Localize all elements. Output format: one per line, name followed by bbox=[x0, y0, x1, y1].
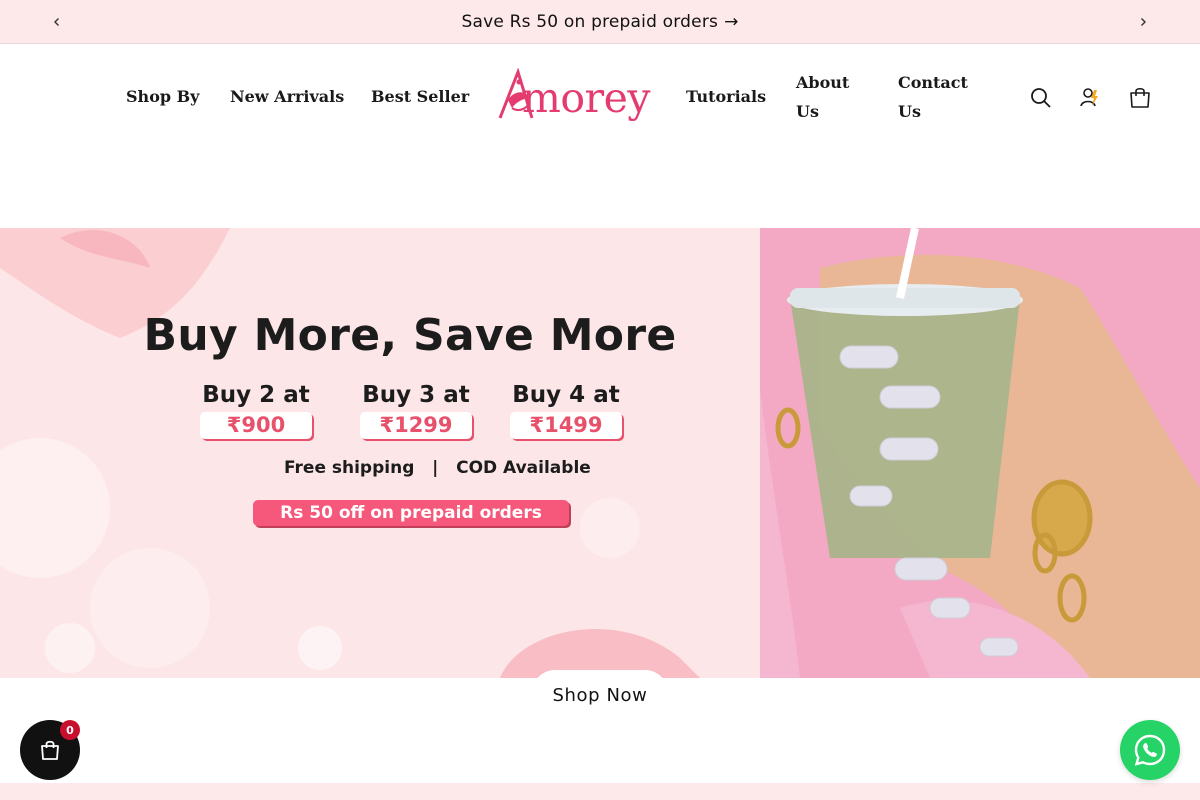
offer-buy-2: Buy 2 at ₹900 bbox=[191, 380, 321, 439]
account-icon bbox=[1080, 88, 1098, 107]
announcement-link[interactable]: Save Rs 50 on prepaid orders → bbox=[461, 12, 738, 32]
cart-count-badge: 0 bbox=[60, 720, 80, 740]
announcement-text: Save Rs 50 on prepaid orders bbox=[461, 11, 719, 32]
logo-text: morey bbox=[522, 74, 651, 122]
announcement-next-button[interactable] bbox=[1131, 10, 1155, 34]
nav-about-us[interactable]: About Us bbox=[796, 68, 849, 126]
cart-icon bbox=[1130, 87, 1150, 108]
hero-banner[interactable]: Buy More, Save More Buy 2 at ₹900 Buy 3 … bbox=[0, 228, 1200, 678]
offer-buy-4: Buy 4 at ₹1499 bbox=[501, 380, 631, 439]
nav-about-line2: Us bbox=[796, 102, 819, 121]
nav-best-seller[interactable]: Best Seller bbox=[371, 82, 469, 111]
nav-shop-by[interactable]: Shop By bbox=[126, 82, 199, 111]
chevron-right-icon bbox=[1141, 18, 1146, 26]
offer-buy-3: Buy 3 at ₹1299 bbox=[351, 380, 481, 439]
shipping-info: Free shipping | COD Available bbox=[284, 458, 591, 478]
site-header: Shop By New Arrivals Best Seller morey T… bbox=[0, 44, 1200, 154]
search-icon bbox=[1031, 88, 1051, 108]
hero-background-illustration bbox=[0, 228, 1200, 678]
brand-logo[interactable]: morey bbox=[496, 68, 652, 130]
next-section-band bbox=[0, 783, 1200, 800]
whatsapp-icon bbox=[1134, 734, 1166, 766]
announcement-bar: Save Rs 50 on prepaid orders → bbox=[0, 0, 1200, 44]
nav-tutorials[interactable]: Tutorials bbox=[686, 82, 766, 111]
shopping-bag-icon bbox=[41, 740, 59, 760]
offer-price: ₹1499 bbox=[510, 412, 622, 439]
search-button[interactable] bbox=[1025, 82, 1057, 114]
offer-price: ₹900 bbox=[200, 412, 312, 439]
shop-now-button[interactable]: Shop Now bbox=[532, 670, 668, 716]
arrow-right-icon: → bbox=[724, 11, 739, 32]
nav-contact-line1: Contact bbox=[898, 73, 968, 92]
account-button[interactable] bbox=[1074, 82, 1106, 114]
prepaid-promo-badge: Rs 50 off on prepaid orders bbox=[253, 500, 569, 526]
nav-new-arrivals[interactable]: New Arrivals bbox=[230, 82, 344, 111]
hero-title: Buy More, Save More bbox=[143, 310, 677, 361]
offer-price: ₹1299 bbox=[360, 412, 472, 439]
offer-label: Buy 2 at bbox=[202, 382, 310, 408]
nav-contact-line2: Us bbox=[898, 102, 921, 121]
offer-label: Buy 3 at bbox=[362, 382, 470, 408]
chevron-left-icon bbox=[54, 18, 59, 26]
nav-contact-us[interactable]: Contact Us bbox=[898, 68, 968, 126]
whatsapp-chat-button[interactable] bbox=[1120, 720, 1180, 780]
nav-about-line1: About bbox=[796, 73, 850, 92]
cart-button[interactable] bbox=[1124, 82, 1156, 114]
offer-label: Buy 4 at bbox=[512, 382, 620, 408]
announcement-prev-button[interactable] bbox=[45, 10, 69, 34]
